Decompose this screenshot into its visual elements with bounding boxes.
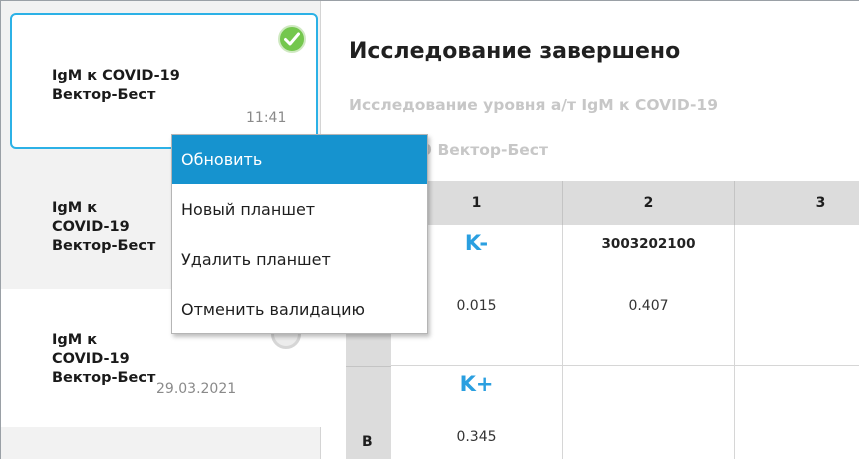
plate-title-line2: COVID-19	[52, 219, 130, 235]
well-value: 0.345	[456, 429, 497, 445]
column-header: 2	[563, 181, 735, 225]
menu-item-delete-plate[interactable]: Удалить планшет	[172, 235, 427, 284]
well-cell[interactable]	[735, 366, 859, 459]
well-cell[interactable]	[563, 366, 735, 459]
plate-title-line3: Вектор-Бест	[52, 238, 156, 254]
plate-title-line3: Вектор-Бест	[52, 370, 156, 386]
plate-title-line1: IgM к COVID-19	[52, 68, 180, 84]
column-header: 3	[735, 181, 859, 225]
page-title: Исследование завершено	[349, 39, 681, 64]
sample-code: 3003202100	[601, 236, 696, 252]
well-cell[interactable]	[735, 225, 859, 366]
plate-title-line2: COVID-19	[52, 351, 130, 367]
well-cell[interactable]: 3003202100 0.407	[563, 225, 735, 366]
check-circle-icon	[278, 25, 306, 53]
menu-item-refresh[interactable]: Обновить	[172, 135, 427, 184]
well-value: 0.407	[628, 298, 669, 314]
plate-date: 29.03.2021	[156, 381, 237, 397]
study-subtitle: Исследование уровня а/т IgM к COVID-19	[349, 96, 718, 114]
menu-item-new-plate[interactable]: Новый планшет	[172, 185, 427, 234]
plate-card-selected[interactable]: IgM к COVID-19 Вектор-Бест 11:41	[10, 13, 318, 149]
app-window: IgM к COVID-19 Вектор-Бест IgM к COVID-1…	[0, 0, 859, 459]
menu-item-cancel-validation[interactable]: Отменить валидацию	[172, 285, 427, 334]
plate-title-line1: IgM к	[52, 332, 98, 348]
row-header: B	[346, 366, 391, 459]
plate-title-line1: IgM к	[52, 200, 98, 216]
context-menu: Обновить Новый планшет Удалить планшет О…	[171, 134, 428, 334]
well-cell[interactable]: K+ 0.345	[391, 366, 563, 459]
well-label: K+	[459, 372, 494, 396]
plate-title-line2: Вектор-Бест	[52, 87, 156, 103]
plate-time: 11:41	[246, 110, 287, 126]
